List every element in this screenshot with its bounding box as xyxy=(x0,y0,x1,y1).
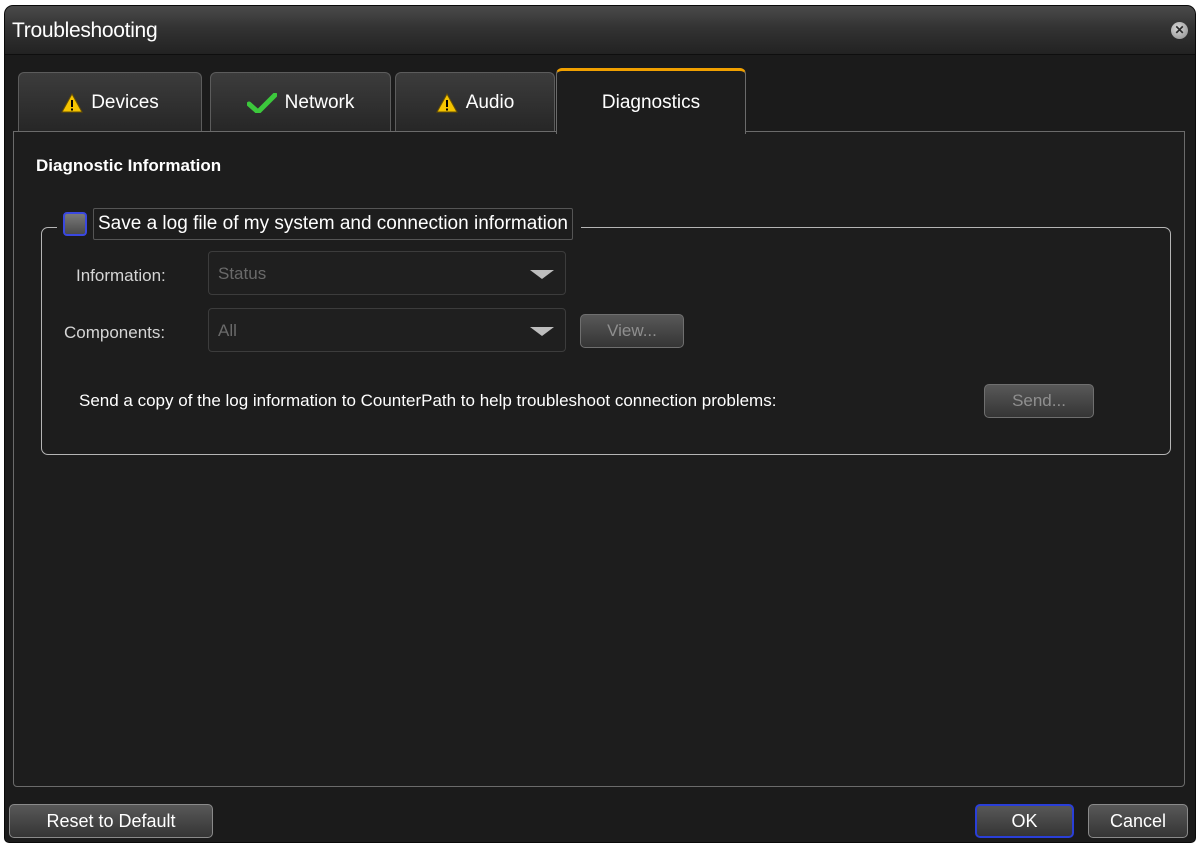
tab-audio[interactable]: Audio xyxy=(395,72,555,132)
reset-to-default-button[interactable]: Reset to Default xyxy=(9,804,213,838)
tab-strip: Devices Network Audio Diagnostics xyxy=(15,68,1185,134)
save-log-checkbox[interactable] xyxy=(63,212,87,236)
tab-diagnostics[interactable]: Diagnostics xyxy=(556,68,746,134)
information-label: Information: xyxy=(76,266,166,285)
chevron-down-icon xyxy=(530,270,554,279)
tab-diagnostics-label: Diagnostics xyxy=(601,91,701,113)
chevron-down-icon xyxy=(530,327,554,336)
send-button[interactable]: Send... xyxy=(984,384,1094,418)
send-description: Send a copy of the log information to Co… xyxy=(79,391,777,410)
components-dropdown[interactable]: All xyxy=(208,308,566,352)
components-label: Components: xyxy=(64,323,166,342)
cancel-button[interactable]: Cancel xyxy=(1088,804,1188,838)
save-log-label[interactable]: Save a log file of my system and connect… xyxy=(93,208,573,240)
components-value: All xyxy=(218,321,237,340)
view-button[interactable]: View... xyxy=(580,314,684,348)
tab-devices[interactable]: Devices xyxy=(18,72,202,132)
warning-icon xyxy=(61,92,84,113)
ok-button[interactable]: OK xyxy=(975,804,1074,838)
diagnostics-panel: Diagnostic Information Save a log file o… xyxy=(13,131,1185,787)
information-value: Status xyxy=(218,264,267,283)
tab-audio-label: Audio xyxy=(465,91,515,113)
warning-icon xyxy=(435,92,458,113)
information-dropdown[interactable]: Status xyxy=(208,251,566,295)
window-title: Troubleshooting xyxy=(12,19,158,42)
tab-network[interactable]: Network xyxy=(210,72,391,132)
section-heading: Diagnostic Information xyxy=(36,156,222,175)
troubleshooting-dialog: Troubleshooting ✕ Devices Network Audio … xyxy=(5,6,1195,842)
log-checkbox-row[interactable]: Save a log file of my system and connect… xyxy=(57,205,581,243)
tab-devices-label: Devices xyxy=(91,91,159,113)
title-bar[interactable]: Troubleshooting ✕ xyxy=(5,6,1195,55)
checkmark-icon xyxy=(246,92,277,113)
close-icon[interactable]: ✕ xyxy=(1171,22,1188,39)
tab-network-label: Network xyxy=(284,91,355,113)
